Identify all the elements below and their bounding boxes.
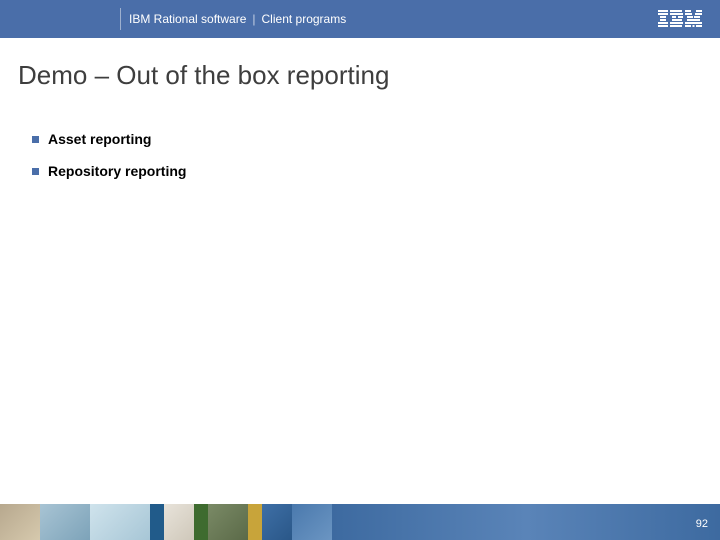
footer-tile: [150, 504, 164, 540]
footer-tile: [262, 504, 292, 540]
footer-tile: [90, 504, 150, 540]
footer: 92: [0, 494, 720, 540]
page-number: 92: [696, 518, 708, 530]
footer-tile: [194, 504, 208, 540]
footer-tile: [332, 504, 720, 540]
footer-tile: [164, 504, 194, 540]
header-section: Client programs: [262, 12, 347, 26]
footer-tile: [208, 504, 248, 540]
footer-tile: [40, 504, 90, 540]
slide-title: Demo – Out of the box reporting: [18, 60, 702, 91]
header-breadcrumb: IBM Rational software | Client programs: [128, 8, 346, 30]
header-brand: IBM Rational software: [129, 12, 246, 26]
list-item: Asset reporting: [32, 131, 702, 147]
footer-image-band: [0, 504, 720, 540]
footer-tile: [292, 504, 332, 540]
header-separator: |: [252, 12, 255, 26]
header-divider: [120, 8, 121, 30]
slide-content: Demo – Out of the box reporting Asset re…: [0, 38, 720, 179]
ibm-logo-icon: [658, 10, 702, 28]
footer-tile: [248, 504, 262, 540]
header-bar: IBM Rational software | Client programs: [0, 0, 720, 38]
footer-tile: [0, 504, 40, 540]
bullet-list: Asset reporting Repository reporting: [18, 131, 702, 179]
list-item: Repository reporting: [32, 163, 702, 179]
